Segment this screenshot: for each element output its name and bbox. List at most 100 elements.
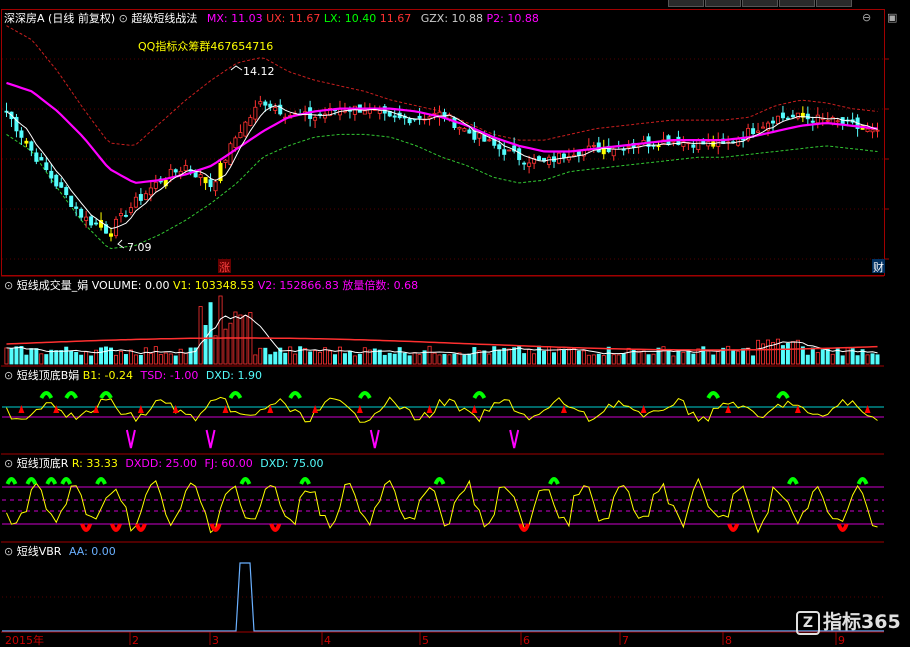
volume-bar — [89, 355, 94, 365]
indicator-name[interactable]: 超级短线战法 — [131, 12, 197, 25]
volume-bar — [716, 350, 721, 365]
time-label-9: 9 — [838, 634, 845, 647]
candle-body — [323, 113, 328, 119]
volume-bar — [347, 350, 352, 365]
volume-bar — [273, 351, 278, 365]
candle-body — [248, 117, 253, 126]
r-red-trough — [134, 523, 147, 532]
volume-bar — [472, 347, 477, 365]
vbr-panel-header: ⊙ 短线VBR AA: 0.00 — [4, 543, 116, 559]
volume-bar — [104, 346, 109, 365]
panel-frames — [1, 9, 885, 633]
r-panel-name[interactable]: 短线顶底R — [17, 457, 69, 470]
candle-body — [780, 112, 785, 119]
zhang-badge[interactable]: 涨 — [219, 261, 230, 274]
candle-body — [815, 114, 820, 124]
volume-bar — [442, 354, 447, 365]
candle-body — [417, 115, 422, 119]
volume-bar — [855, 355, 860, 365]
candle-body — [123, 214, 128, 217]
volume-bar — [64, 346, 69, 365]
volume-bar — [138, 354, 143, 365]
tongji-button[interactable] — [742, 0, 778, 7]
volume-bar — [865, 354, 870, 365]
candle-body — [79, 208, 84, 218]
volume-bar — [198, 306, 203, 365]
candle-body — [477, 132, 482, 139]
fuquan-button[interactable] — [668, 0, 704, 7]
volume-bar — [566, 348, 571, 365]
time-label-4: 4 — [324, 634, 331, 647]
b-magenta-dip — [369, 429, 380, 449]
candle-body — [467, 129, 472, 134]
volume-bar — [397, 347, 402, 365]
volume-bar — [666, 348, 671, 365]
high-label: 14.12 — [243, 65, 275, 78]
ux-value: UX: 11.67 — [266, 12, 321, 25]
biaoji-button[interactable] — [816, 0, 852, 7]
b-magenta-dip — [205, 429, 216, 449]
b-up-arrow — [725, 405, 732, 413]
vbr-panel-name[interactable]: 短线VBR — [17, 545, 62, 558]
candle-body — [109, 233, 114, 237]
settings-icon[interactable]: ▣ — [887, 11, 897, 24]
volume-bar — [611, 354, 616, 365]
candle-body — [54, 174, 59, 187]
volume-bar — [641, 350, 646, 365]
diejia-button[interactable] — [705, 0, 741, 7]
qq-text: QQ指标众筹群467654716 — [138, 39, 273, 53]
r-toggle-icon[interactable]: ⊙ — [4, 457, 13, 470]
r-green-peak — [299, 477, 311, 485]
vbr-toggle-icon[interactable]: ⊙ — [4, 545, 13, 558]
volume-bar — [29, 348, 34, 365]
volume-bar — [537, 345, 542, 365]
fj-value: FJ: 60.00 — [204, 457, 253, 470]
candle-body — [143, 193, 148, 200]
candle-body — [233, 137, 238, 148]
volume-bars — [4, 295, 880, 365]
r-green-peak — [239, 477, 252, 485]
candle-body — [19, 130, 24, 138]
b-panel-name[interactable]: 短线顶底B娟 — [17, 369, 80, 382]
volume-bar — [357, 353, 362, 365]
volume-toggle-icon[interactable]: ⊙ — [4, 279, 13, 292]
volume-bar — [133, 354, 138, 365]
volume-bar — [581, 350, 586, 365]
candle-body — [457, 127, 462, 130]
candle-body — [128, 207, 133, 213]
candle-body — [527, 162, 532, 167]
volume-bar — [118, 350, 123, 365]
candle-body — [153, 181, 158, 189]
volume-bar — [342, 353, 347, 365]
price-grid — [2, 58, 884, 598]
volume-bar — [143, 347, 148, 365]
volume-bar — [158, 354, 163, 365]
volume-bar — [561, 350, 566, 365]
candle-body — [94, 222, 99, 225]
candle-body — [576, 150, 581, 156]
candle-body — [547, 156, 552, 165]
b-up-arrow — [426, 405, 433, 413]
time-label-7: 7 — [622, 634, 629, 647]
candle-body — [716, 140, 721, 147]
huaxian-button[interactable] — [779, 0, 815, 7]
volume-bar — [452, 353, 457, 365]
minimize-icon[interactable]: ⊖ — [862, 11, 871, 24]
candle-body — [691, 144, 696, 148]
candle-body — [39, 157, 44, 161]
stock-name[interactable]: 深深房A — [4, 12, 45, 25]
volume-bar — [318, 351, 323, 365]
candle-body — [770, 120, 775, 124]
volume-bar — [178, 348, 183, 365]
cai-badge[interactable]: 财 — [873, 260, 884, 274]
candle-body — [497, 144, 502, 150]
indicator-dropdown-icon[interactable]: ⊙ — [119, 12, 128, 25]
candle-body — [362, 110, 367, 115]
volume-bar — [656, 347, 661, 365]
volume-panel-name[interactable]: 短线成交量_娟 — [17, 279, 89, 292]
b-toggle-icon[interactable]: ⊙ — [4, 369, 13, 382]
volume-bar — [258, 347, 263, 365]
v1-value: V1: 103348.53 — [172, 279, 255, 292]
volume-bar — [596, 353, 601, 365]
r-red-trough — [110, 523, 122, 532]
